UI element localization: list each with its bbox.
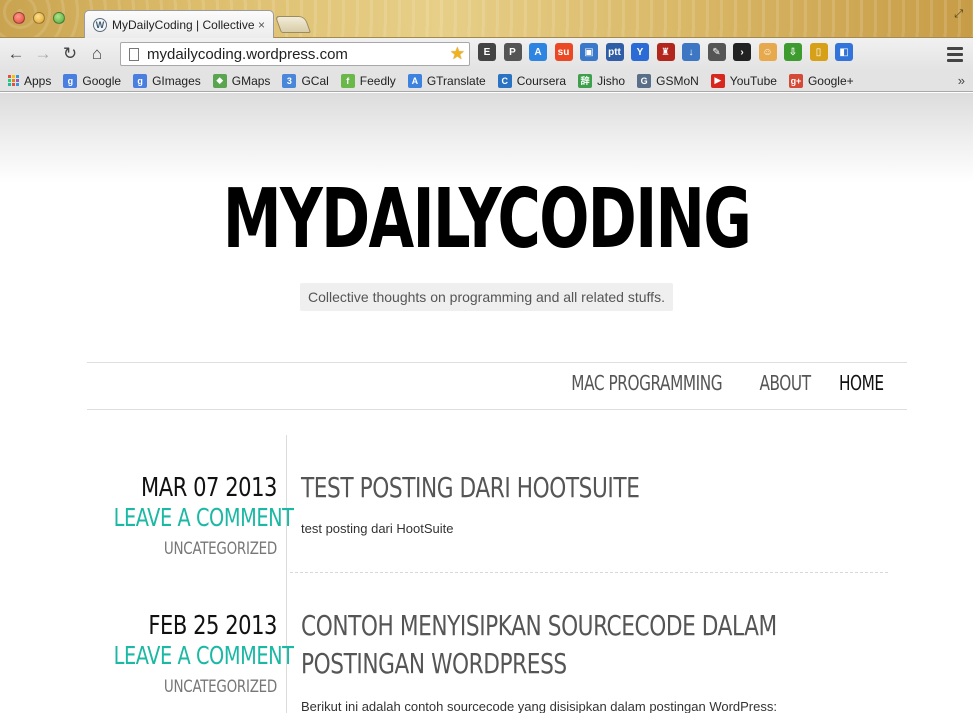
- window-titlebar: W MyDailyCoding | Collective × ⤢: [0, 0, 973, 38]
- close-tab-icon[interactable]: ×: [258, 18, 265, 32]
- google-images-icon: g: [133, 73, 148, 88]
- bookmark-feedly[interactable]: f Feedly: [340, 73, 396, 88]
- bookmark-label: Jisho: [597, 73, 626, 88]
- site-title[interactable]: MYDAILYCODING: [97, 179, 875, 261]
- bookmarks-overflow-icon[interactable]: »: [958, 73, 965, 88]
- back-arrow-icon[interactable]: ←: [5, 43, 27, 65]
- bookmark-label: GMaps: [231, 73, 271, 88]
- bookmark-label: Google: [82, 73, 122, 88]
- reload-icon[interactable]: ↻: [59, 43, 81, 65]
- post: CONTOH MENYISIPKAN SOURCECODE DALAM POST…: [301, 607, 887, 713]
- feedly-icon: f: [340, 73, 355, 88]
- bookmark-label: Apps: [24, 73, 52, 88]
- minimize-window-button[interactable]: [33, 12, 45, 24]
- ptt-icon[interactable]: ptt: [605, 43, 624, 61]
- bookmark-gimages[interactable]: g GImages: [133, 73, 201, 88]
- fullscreen-icon[interactable]: ⤢: [954, 8, 963, 21]
- google-plus-icon: g+: [788, 73, 803, 88]
- nav-divider-bottom: [87, 409, 907, 410]
- leave-comment-link[interactable]: LEAVE A COMMENT: [114, 503, 294, 533]
- wordpress-icon: W: [93, 17, 107, 32]
- bookmark-youtube[interactable]: ▶ YouTube: [710, 73, 777, 88]
- delicious-icon[interactable]: ◧: [835, 43, 853, 61]
- bookmark-google-[interactable]: g+ Google+: [788, 73, 854, 88]
- nav-item-about[interactable]: ABOUT: [760, 371, 812, 395]
- bookmark-gmaps[interactable]: ◆ GMaps: [212, 73, 271, 88]
- home-icon[interactable]: ⌂: [86, 43, 108, 65]
- youtube-icon: ▶: [710, 73, 725, 88]
- post-date: MAR 07 2013: [141, 473, 277, 503]
- green-download-icon[interactable]: ⇩: [784, 43, 802, 61]
- jisho-icon: 辞: [578, 73, 593, 88]
- download-arrow-icon[interactable]: ↓: [682, 43, 700, 61]
- google-icon: g: [63, 73, 78, 88]
- post-separator: [290, 572, 888, 573]
- url-text[interactable]: mydailycoding.wordpress.com: [147, 46, 450, 63]
- bookmark-label: GSMoN: [656, 73, 699, 88]
- screen-icon[interactable]: ▣: [580, 43, 598, 61]
- site-tagline: Collective thoughts on programming and a…: [300, 283, 673, 311]
- chrome-menu-icon[interactable]: [947, 44, 963, 64]
- pencil-icon[interactable]: ✎: [707, 43, 726, 61]
- post-title-link[interactable]: CONTOH MENYISIPKAN SOURCECODE DALAM POST…: [301, 607, 886, 683]
- browser-tab-active[interactable]: W MyDailyCoding | Collective ×: [84, 10, 274, 38]
- bookmark-label: GImages: [152, 73, 201, 88]
- bookmark-coursera[interactable]: C Coursera: [497, 73, 567, 88]
- bookmark-label: GCal: [301, 73, 329, 88]
- maps-icon: ◆: [212, 73, 227, 88]
- bookmark-gsmon[interactable]: G GSMoN: [637, 73, 699, 88]
- plex-icon[interactable]: ›: [733, 43, 751, 61]
- post-excerpt: test posting dari HootSuite: [301, 521, 454, 536]
- nav-item-mac-programming[interactable]: MAC PROGRAMMING: [571, 371, 722, 395]
- pin-icon[interactable]: P: [503, 43, 522, 61]
- translate-icon: A: [407, 73, 422, 88]
- forward-arrow-icon[interactable]: →: [32, 43, 54, 65]
- post-category-link[interactable]: UNCATEGORIZED: [110, 539, 277, 559]
- bookmark-gtranslate[interactable]: A GTranslate: [407, 73, 486, 88]
- evernote-icon[interactable]: E: [478, 43, 496, 61]
- post: TEST POSTING DARI HOOTSUITE test posting…: [301, 469, 887, 536]
- post-date: FEB 25 2013: [148, 611, 277, 641]
- nav-item-home[interactable]: HOME: [839, 371, 884, 395]
- bookmark-gcal[interactable]: 3 GCal: [282, 73, 329, 88]
- page-content: MYDAILYCODING Collective thoughts on pro…: [0, 93, 973, 713]
- bookmark-star-icon[interactable]: ★: [450, 44, 465, 64]
- y-icon[interactable]: Y: [631, 43, 649, 61]
- post-title-link[interactable]: TEST POSTING DARI HOOTSUITE: [301, 469, 886, 507]
- bookmark-label: GTranslate: [426, 73, 486, 88]
- post-meta: FEB 25 2013 LEAVE A COMMENT UNCATEGORIZE…: [87, 611, 294, 697]
- close-window-button[interactable]: [13, 12, 25, 24]
- zoom-window-button[interactable]: [53, 12, 65, 24]
- bookmark-jisho[interactable]: 辞 Jisho: [578, 73, 626, 88]
- calendar-icon: 3: [282, 73, 297, 88]
- bookmark-label: Feedly: [359, 73, 396, 88]
- bookmarks-bar: Apps g Google g GImages ◆ GMaps 3 GCal f Feedly A GT…: [0, 70, 973, 92]
- main-navigation: MAC PROGRAMMING ABOUT HOME: [538, 371, 888, 395]
- bookmark-label: Coursera: [516, 73, 567, 88]
- phone-icon[interactable]: ▯: [809, 43, 828, 61]
- bookmark-apps[interactable]: Apps: [8, 74, 51, 88]
- gsmon-icon: G: [637, 73, 652, 88]
- post-meta: MAR 07 2013 LEAVE A COMMENT UNCATEGORIZE…: [87, 473, 294, 559]
- nav-divider-top: [87, 362, 907, 363]
- sofa-icon[interactable]: ♜: [656, 43, 675, 61]
- browser-toolbar: ← → ↻ ⌂ mydailycoding.wordpress.com ★ EP…: [0, 38, 973, 70]
- timeline-divider: [286, 435, 287, 713]
- stumbleupon-icon[interactable]: su: [554, 43, 573, 61]
- coursera-icon: C: [497, 73, 512, 88]
- page-icon: [129, 47, 139, 61]
- address-bar[interactable]: mydailycoding.wordpress.com ★: [120, 42, 470, 66]
- post-category-link[interactable]: UNCATEGORIZED: [110, 677, 277, 697]
- bookmark-google[interactable]: g Google: [63, 73, 122, 88]
- apps-icon: [8, 75, 19, 86]
- bookmark-label: YouTube: [729, 73, 777, 88]
- face-icon[interactable]: ☺: [758, 43, 777, 61]
- translate-icon[interactable]: A: [529, 43, 547, 61]
- post-excerpt: Berikut ini adalah contoh sourcecode yan…: [301, 699, 777, 713]
- tab-title: MyDailyCoding | Collective: [112, 17, 254, 32]
- leave-comment-link[interactable]: LEAVE A COMMENT: [114, 641, 294, 671]
- new-tab-button[interactable]: [274, 16, 312, 33]
- bookmark-label: Google+: [807, 73, 854, 88]
- extensions-bar: E P Asu ▣ ptt Y ♜ ↓ ✎ › ☺ ⇩ ▯ ◧: [478, 43, 861, 61]
